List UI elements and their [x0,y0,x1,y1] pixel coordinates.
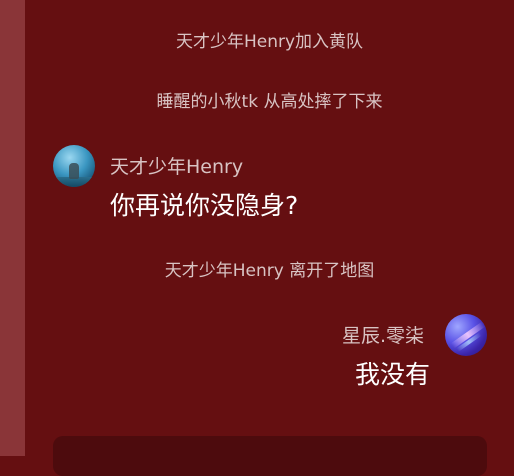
system-message-join: 天才少年Henry加入黄队 [175,32,364,52]
avatar[interactable] [445,314,487,356]
sender-name: 星辰.零柒 [341,325,424,347]
avatar-figure [69,163,79,179]
chat-message-text: 我没有 [354,360,430,389]
sender-name: 天才少年Henry [110,156,244,178]
chat-input-bar[interactable] [53,436,487,476]
system-message-fall: 睡醒的小秋tk 从高处摔了下来 [156,92,383,112]
system-message-leave: 天才少年Henry 离开了地图 [164,261,375,281]
left-panel-strip [0,0,25,456]
chat-message-text: 你再说你没隐身? [110,191,299,220]
avatar[interactable] [53,145,95,187]
